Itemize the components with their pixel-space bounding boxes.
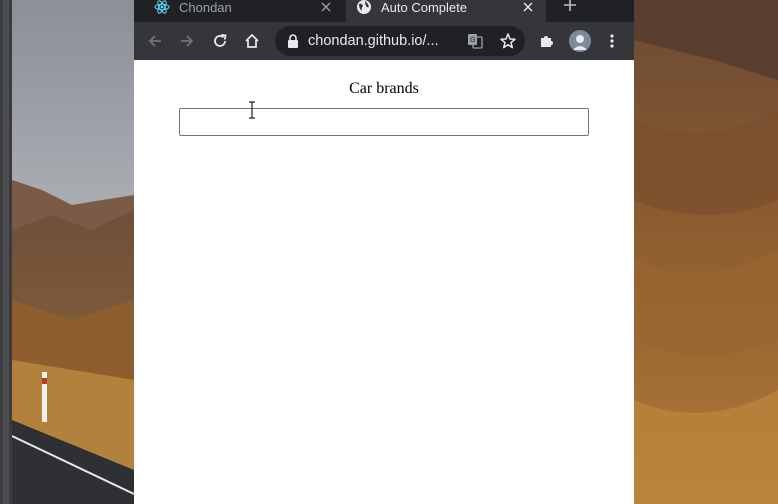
desktop-wallpaper-left	[12, 0, 134, 504]
text-cursor-icon	[249, 101, 255, 119]
tab-chondan[interactable]: Chondan	[144, 0, 344, 22]
tab-title: Auto Complete	[381, 0, 467, 15]
arrow-left-icon	[148, 35, 161, 47]
tab-strip: Chondan Auto Complete	[134, 0, 634, 22]
avatar-image	[569, 30, 591, 52]
extensions-button[interactable]	[535, 29, 559, 53]
page-content: Car brands	[134, 60, 634, 504]
new-tab-button[interactable]	[560, 0, 580, 15]
back-button[interactable]	[143, 29, 167, 53]
bookmark-star-icon[interactable]	[499, 32, 517, 50]
tab-auto-complete[interactable]: Auto Complete	[346, 0, 546, 22]
car-brand-search-input[interactable]	[179, 108, 589, 136]
puzzle-icon	[541, 36, 553, 47]
svg-text:G: G	[470, 36, 475, 44]
reload-icon	[214, 33, 227, 47]
menu-button[interactable]	[600, 29, 624, 53]
profile-avatar[interactable]	[569, 30, 591, 52]
tab-title: Chondan	[179, 0, 232, 15]
desktop-edge	[0, 0, 12, 504]
home-button[interactable]	[240, 29, 264, 53]
arrow-right-icon	[181, 35, 194, 47]
home-icon	[245, 33, 259, 48]
address-bar[interactable]: chondan.github.io/... G	[275, 26, 525, 56]
reload-button[interactable]	[208, 29, 232, 53]
close-tab-icon[interactable]	[318, 0, 334, 15]
browser-toolbar: chondan.github.io/... G	[134, 22, 634, 60]
desktop-edge-bar	[3, 0, 9, 504]
url-text[interactable]: chondan.github.io/...	[308, 33, 458, 49]
react-icon	[154, 0, 170, 15]
forward-button[interactable]	[175, 29, 199, 53]
browser-window: Chondan Auto Complete chondan.github.io/…	[134, 0, 634, 504]
search-label: Car brands	[349, 80, 419, 97]
desktop-wallpaper-right	[634, 0, 778, 504]
globe-icon	[356, 0, 372, 15]
translate-icon[interactable]: G	[467, 33, 483, 49]
close-tab-icon[interactable]	[520, 0, 536, 15]
plus-icon	[564, 0, 576, 11]
lock-icon	[288, 34, 298, 48]
more-vertical-icon	[610, 34, 614, 48]
